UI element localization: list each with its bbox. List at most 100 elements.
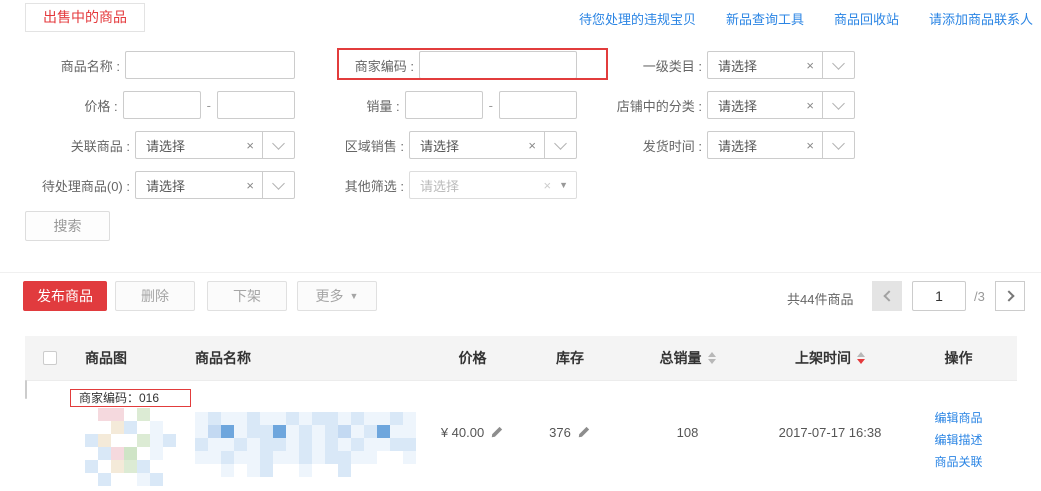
stock-value: 376 xyxy=(549,425,571,440)
seller-code-annotation: 商家编码：016 xyxy=(70,389,191,407)
related-product-select[interactable]: 请选择 × xyxy=(135,131,295,159)
more-button[interactable]: 更多 ▼ xyxy=(297,281,377,311)
sort-desc-icon-active[interactable] xyxy=(857,359,865,364)
region-sale-select[interactable]: 请选择 × xyxy=(409,131,577,159)
chevron-down-icon[interactable] xyxy=(822,52,854,78)
field-region-sale: 区域销售 : 请选择 × xyxy=(300,131,577,159)
clear-icon[interactable]: × xyxy=(246,178,254,193)
clear-icon[interactable]: × xyxy=(246,138,254,153)
header-listed-time: 上架时间 xyxy=(760,348,900,368)
product-image-blurred[interactable] xyxy=(85,408,185,486)
product-name-label: 商品名称 : xyxy=(61,56,120,75)
more-button-label: 更多 xyxy=(316,286,344,306)
price-max-input[interactable] xyxy=(217,91,295,119)
edit-stock-icon[interactable] xyxy=(577,425,591,439)
caret-down-icon: ▼ xyxy=(350,291,359,301)
field-price-range: 价格 : - xyxy=(0,91,295,119)
top-links: 待您处理的违规宝贝 新品查询工具 商品回收站 请添加商品联系人 xyxy=(579,9,1033,28)
product-name-input[interactable] xyxy=(125,51,295,79)
other-filter-select[interactable]: 请选择 × ▼ xyxy=(409,171,577,199)
edit-product-link[interactable]: 编辑商品 xyxy=(934,407,982,429)
sort-asc-icon[interactable] xyxy=(857,352,865,357)
listed-time-value: 2017-07-17 16:38 xyxy=(779,425,882,440)
sort-desc-icon[interactable] xyxy=(708,359,716,364)
section-divider xyxy=(0,272,1041,273)
seller-code-label: 商家编码 : xyxy=(355,56,414,75)
product-management-page: 出售中的商品 待您处理的违规宝贝 新品查询工具 商品回收站 请添加商品联系人 商… xyxy=(0,0,1041,491)
field-related-product: 关联商品 : 请选择 × xyxy=(0,131,295,159)
sort-asc-icon[interactable] xyxy=(708,352,716,357)
chevron-down-icon[interactable] xyxy=(822,132,854,158)
clear-icon[interactable]: × xyxy=(806,58,814,73)
clear-icon[interactable]: × xyxy=(806,138,814,153)
clear-icon[interactable]: × xyxy=(528,138,536,153)
chevron-down-icon[interactable] xyxy=(262,172,294,198)
publish-product-button[interactable]: 发布商品 xyxy=(23,281,107,311)
tab-products-on-sale[interactable]: 出售中的商品 xyxy=(25,3,145,32)
edit-description-link[interactable]: 编辑描述 xyxy=(934,429,982,451)
region-sale-label: 区域销售 : xyxy=(345,136,404,155)
clear-icon[interactable]: × xyxy=(806,98,814,113)
product-relation-link[interactable]: 商品关联 xyxy=(934,451,982,473)
header-price: 价格 xyxy=(420,348,525,368)
delivery-time-select[interactable]: 请选择 × xyxy=(707,131,855,159)
sales-min-input[interactable] xyxy=(405,91,483,119)
link-violation-items[interactable]: 待您处理的违规宝贝 xyxy=(579,9,696,28)
clear-icon[interactable]: × xyxy=(543,178,551,193)
seller-code-input[interactable] xyxy=(419,51,577,79)
sort-icons-time[interactable] xyxy=(857,352,865,364)
row-checkbox[interactable] xyxy=(25,380,27,399)
take-down-button[interactable]: 下架 xyxy=(207,281,287,311)
field-delivery-time: 发货时间 : 请选择 × xyxy=(600,131,855,159)
related-product-label: 关联商品 : xyxy=(71,136,130,155)
link-recycle-bin[interactable]: 商品回收站 xyxy=(834,9,899,28)
delete-button[interactable]: 删除 xyxy=(115,281,195,311)
select-all-checkbox[interactable] xyxy=(43,351,57,365)
delivery-time-select-value: 请选择 xyxy=(718,136,802,155)
pending-product-label: 待处理商品(0) : xyxy=(42,176,130,195)
link-new-product-query[interactable]: 新品查询工具 xyxy=(726,9,804,28)
prev-page-button[interactable] xyxy=(872,281,902,311)
table-header: 商品图 商品名称 价格 库存 总销量 上架时间 操作 xyxy=(25,336,1017,381)
total-pages-label: /3 xyxy=(974,289,985,304)
edit-price-icon[interactable] xyxy=(490,425,504,439)
next-page-button[interactable] xyxy=(995,281,1025,311)
pending-product-select[interactable]: 请选择 × xyxy=(135,171,295,199)
shop-category-select[interactable]: 请选择 × xyxy=(707,91,855,119)
region-sale-select-value: 请选择 xyxy=(420,136,524,155)
total-sales-value: 108 xyxy=(677,425,699,440)
related-product-select-value: 请选择 xyxy=(146,136,242,155)
chevron-right-icon xyxy=(1003,290,1014,301)
category-select[interactable]: 请选择 × xyxy=(707,51,855,79)
field-product-name: 商品名称 : xyxy=(0,51,295,79)
header-actions: 操作 xyxy=(900,348,1017,368)
sort-icons-sales[interactable] xyxy=(708,352,716,364)
pending-product-select-value: 请选择 xyxy=(146,176,242,195)
price-value: ¥ 40.00 xyxy=(441,425,484,440)
field-pending-product: 待处理商品(0) : 请选择 × xyxy=(0,171,295,199)
sales-max-input[interactable] xyxy=(499,91,577,119)
field-shop-category: 店铺中的分类 : 请选择 × xyxy=(600,91,855,119)
product-name-blurred xyxy=(195,412,420,477)
link-add-product-contact[interactable]: 请添加商品联系人 xyxy=(929,9,1033,28)
chevron-down-icon[interactable] xyxy=(262,132,294,158)
caret-down-icon[interactable]: ▼ xyxy=(559,180,568,190)
delivery-time-label: 发货时间 : xyxy=(643,136,702,155)
shop-category-select-value: 请选择 xyxy=(718,96,802,115)
other-filter-select-value: 请选择 xyxy=(420,176,539,195)
header-product-image: 商品图 xyxy=(75,348,185,368)
chevron-down-icon[interactable] xyxy=(822,92,854,118)
chevron-left-icon xyxy=(883,290,894,301)
shop-category-label: 店铺中的分类 : xyxy=(617,96,702,115)
page-number-input[interactable] xyxy=(912,281,966,311)
category-label: 一级类目 : xyxy=(643,56,702,75)
price-min-input[interactable] xyxy=(123,91,201,119)
price-label: 价格 : xyxy=(84,96,117,115)
search-button[interactable]: 搜索 xyxy=(25,211,110,241)
header-product-name: 商品名称 xyxy=(185,348,420,368)
table-row: 商家编码：016 ¥ 40.00 376 108 2017-07-17 16:3… xyxy=(25,381,1017,491)
header-total-sales: 总销量 xyxy=(615,348,760,368)
field-other-filter: 其他筛选 : 请选择 × ▼ xyxy=(300,171,577,199)
chevron-down-icon[interactable] xyxy=(544,132,576,158)
field-sales-range: 销量 : - xyxy=(300,91,577,119)
